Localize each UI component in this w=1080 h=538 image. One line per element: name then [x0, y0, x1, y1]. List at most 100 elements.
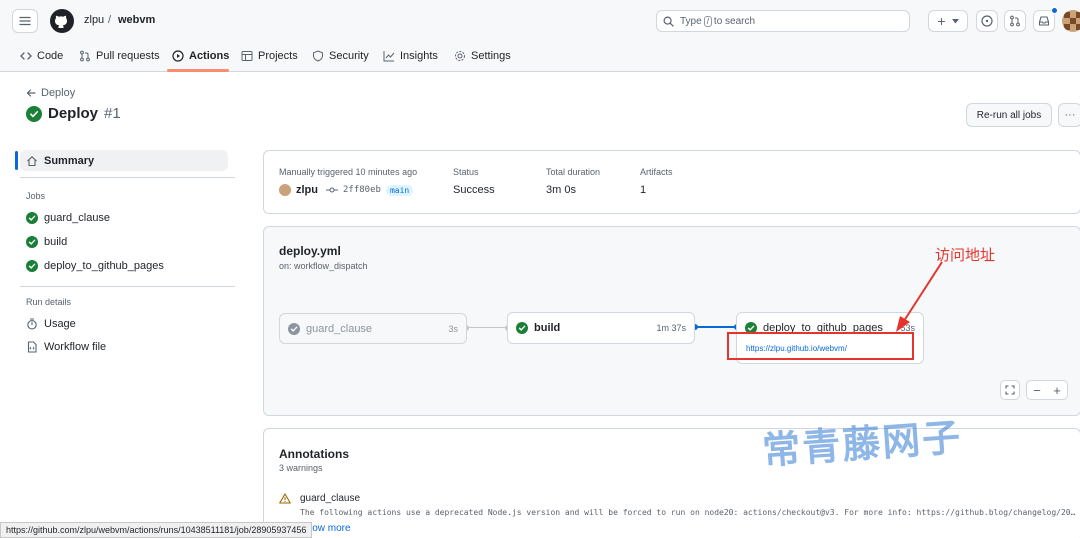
arrow-left-icon [26, 89, 36, 97]
back-to-workflow-link[interactable]: Deploy [26, 87, 75, 99]
callout-highlight-box [727, 332, 914, 360]
run-title-text: Deploy [48, 105, 99, 122]
tab-security[interactable]: Security [312, 46, 369, 66]
commit-sha-link[interactable]: 2ff80eb [343, 185, 381, 195]
tab-security-label: Security [329, 50, 369, 62]
actor-avatar[interactable] [279, 184, 291, 196]
issues-button[interactable] [976, 10, 998, 32]
zoom-in-button[interactable]: + [1053, 383, 1061, 398]
plus-icon: + [937, 13, 946, 29]
job-connector [466, 327, 508, 328]
more-options-button[interactable]: ··· [1058, 103, 1080, 127]
job-node-build[interactable]: build 1m 37s [507, 312, 695, 344]
graph-icon [383, 51, 395, 62]
fullscreen-button[interactable] [1000, 380, 1020, 400]
pull-requests-button[interactable] [1004, 10, 1026, 32]
branch-badge[interactable]: main [385, 184, 414, 196]
alert-icon [279, 493, 291, 504]
annotation-message: The following actions use a deprecated N… [300, 508, 1075, 517]
hamburger-icon [19, 16, 31, 26]
skipped-check-icon [288, 322, 300, 335]
play-icon [172, 50, 184, 62]
git-pull-request-icon [80, 50, 90, 62]
job-node-guard-clause[interactable]: guard_clause 3s [279, 313, 467, 344]
jobs-heading: Jobs [26, 191, 46, 201]
search-icon [663, 16, 674, 27]
git-pull-request-icon [1010, 15, 1020, 27]
job-connector-active [695, 326, 737, 328]
active-tab-indicator [167, 69, 229, 72]
screen-full-icon [1005, 385, 1015, 395]
issue-opened-icon [981, 15, 993, 27]
triangle-down-icon [951, 18, 959, 23]
gear-icon [455, 51, 465, 61]
success-check-icon [516, 322, 528, 334]
status-label: Status [453, 167, 479, 177]
breadcrumb-separator: / [108, 14, 112, 26]
tab-actions[interactable]: Actions [172, 46, 229, 66]
sidebar-item-deploy-to-github-pages[interactable]: deploy_to_github_pages [26, 260, 164, 272]
home-icon [27, 155, 37, 166]
repo-owner-link[interactable]: zlpu [84, 14, 104, 26]
search-placeholder-suffix: to search [713, 15, 756, 27]
run-details-heading: Run details [26, 297, 72, 307]
workflow-file-name: deploy.yml [279, 244, 341, 258]
sidebar-job-label: guard_clause [44, 212, 111, 224]
status-value: Success [453, 184, 495, 196]
sidebar-item-summary[interactable]: Summary [20, 150, 228, 171]
actor-name-link[interactable]: zlpu [296, 184, 318, 196]
workflow-trigger: on: workflow_dispatch [279, 261, 368, 271]
run-title: Deploy #1 [26, 105, 121, 122]
sidebar-divider [20, 286, 235, 287]
avatar-pattern-icon [1064, 12, 1080, 30]
trigger-label: Manually triggered 10 minutes ago [279, 167, 418, 177]
app-header: zlpu / webvm Type / to search + Code Pul… [0, 0, 1080, 72]
success-check-icon [26, 105, 42, 122]
sidebar-item-usage[interactable]: Usage [26, 318, 76, 330]
zoom-out-button[interactable]: − [1033, 383, 1041, 398]
code-icon [20, 52, 32, 60]
github-logo-icon[interactable] [50, 9, 74, 33]
callout-label: 访问地址 [935, 247, 996, 264]
back-link-label: Deploy [41, 87, 76, 99]
trigger-details: zlpu 2ff80eb main [279, 184, 414, 196]
file-code-icon [27, 341, 37, 353]
success-check-icon [26, 212, 38, 224]
tab-pull-requests-label: Pull requests [96, 50, 160, 62]
sidebar-item-workflow-file[interactable]: Workflow file [26, 341, 106, 353]
table-icon [241, 51, 253, 61]
sidebar-item-guard-clause[interactable]: guard_clause [26, 212, 110, 224]
run-number: #1 [104, 105, 121, 122]
search-shortcut-key: / [703, 15, 712, 27]
sidebar-divider [20, 177, 235, 178]
artifacts-value[interactable]: 1 [640, 184, 646, 196]
sidebar-usage-label: Usage [44, 318, 76, 330]
stopwatch-icon [27, 318, 37, 330]
search-placeholder-prefix: Type [680, 15, 702, 27]
create-new-button[interactable]: + [928, 10, 968, 32]
sidebar-workflow-file-label: Workflow file [44, 341, 107, 353]
artifacts-label: Artifacts [640, 167, 673, 177]
notification-indicator [1051, 7, 1058, 14]
kebab-horizontal-icon: ··· [1064, 109, 1076, 121]
annotations-title: Annotations [279, 447, 349, 461]
tab-pull-requests[interactable]: Pull requests [79, 46, 160, 66]
avatar[interactable] [1062, 10, 1080, 32]
repo-name-link[interactable]: webvm [118, 14, 155, 26]
tab-insights[interactable]: Insights [383, 46, 438, 66]
annotations-count: 3 warnings [279, 463, 323, 473]
search-input[interactable]: Type / to search [656, 10, 910, 32]
zoom-controls: − + [1026, 380, 1068, 400]
tab-settings[interactable]: Settings [454, 46, 511, 66]
link-status-bar: https://github.com/zlpu/webvm/actions/ru… [0, 522, 313, 538]
sidebar-summary-label: Summary [44, 154, 95, 167]
sidebar-item-build[interactable]: build [26, 236, 67, 248]
annotation-job-link[interactable]: guard_clause [300, 493, 360, 504]
tab-code[interactable]: Code [20, 46, 63, 66]
job-node-duration: 1m 37s [656, 323, 686, 333]
rerun-all-jobs-button[interactable]: Re-run all jobs [966, 103, 1052, 127]
tab-projects[interactable]: Projects [241, 46, 298, 66]
menu-button[interactable] [12, 9, 38, 33]
job-node-name: build [534, 322, 561, 334]
run-summary-card: Manually triggered 10 minutes ago zlpu 2… [263, 150, 1080, 214]
